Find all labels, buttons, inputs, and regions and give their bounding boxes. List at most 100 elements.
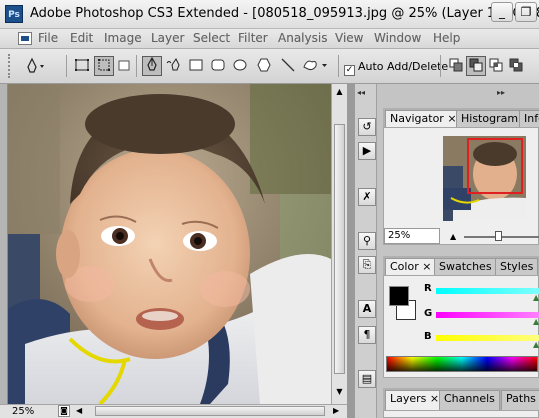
tab-color[interactable]: Color × — [385, 258, 437, 275]
layer-comps-icon[interactable]: ▤ — [358, 370, 376, 388]
zoom-out-icon[interactable]: ▲ — [450, 232, 456, 241]
tab-styles[interactable]: Styles — [495, 258, 539, 275]
document-menu-icon[interactable] — [18, 32, 32, 45]
auto-add-delete-checkbox[interactable]: ✓ Auto Add/Delete — [344, 60, 448, 76]
menu-window[interactable]: Window — [374, 31, 421, 45]
color-panel-tabs: Color × Swatches Styles — [383, 256, 539, 275]
panels-collapse-icon[interactable]: ▸▸ — [497, 88, 505, 97]
document-canvas[interactable] — [0, 84, 331, 404]
tab-histogram[interactable]: Histogram — [456, 110, 524, 127]
pen-tool-preset-icon[interactable] — [22, 56, 48, 76]
custom-shape-icon[interactable] — [300, 56, 330, 76]
panel-dock-divider[interactable] — [347, 84, 355, 418]
slider-thumb-icon[interactable]: ▲ — [533, 293, 539, 302]
photo-image — [0, 84, 331, 404]
menu-view[interactable]: View — [335, 31, 363, 45]
add-to-path-area-icon[interactable] — [446, 56, 466, 76]
scroll-right-icon[interactable]: ▶ — [333, 405, 343, 417]
window-title: Adobe Photoshop CS3 Extended - [080518_0… — [30, 6, 539, 21]
close-tab-icon[interactable]: × — [430, 392, 439, 405]
separator — [440, 55, 441, 77]
status-menu-icon[interactable]: ◙ — [58, 405, 70, 417]
pen-tool-icon[interactable] — [142, 56, 162, 76]
color-panel: R ▲ G ▲ B ▲ — [383, 275, 539, 378]
green-channel-slider[interactable] — [436, 312, 539, 318]
menu-analysis[interactable]: Analysis — [278, 31, 327, 45]
tab-layers-label: Layers — [390, 392, 427, 405]
shape-layers-icon[interactable] — [72, 56, 92, 76]
separator — [66, 55, 67, 77]
menu-image[interactable]: Image — [104, 31, 142, 45]
separator — [338, 55, 339, 77]
character-panel-icon[interactable]: A — [358, 300, 376, 318]
tab-color-label: Color — [390, 260, 419, 273]
red-channel-label: R — [424, 283, 432, 294]
photoshop-app-icon[interactable]: Ps — [5, 5, 23, 23]
scroll-up-icon[interactable]: ▲ — [334, 86, 345, 97]
rectangle-tool-icon[interactable] — [186, 56, 206, 76]
menu-layer[interactable]: Layer — [151, 31, 184, 45]
navigator-view-frame[interactable] — [467, 138, 523, 194]
title-bar: Ps Adobe Photoshop CS3 Extended - [08051… — [0, 0, 539, 29]
close-tab-icon[interactable]: × — [422, 260, 431, 273]
tab-channels[interactable]: Channels — [439, 390, 500, 410]
tab-layers[interactable]: Layers × — [385, 390, 445, 410]
spectrum-shade — [387, 357, 537, 371]
line-tool-icon[interactable] — [278, 56, 298, 76]
navigator-panel-tabs: Navigator × Histogram Info — [383, 108, 539, 127]
intersect-path-area-icon[interactable] — [486, 56, 506, 76]
zoom-slider-thumb[interactable] — [495, 231, 502, 241]
options-bar: ✓ Auto Add/Delete — [0, 49, 539, 84]
foreground-color-swatch[interactable] — [389, 286, 409, 306]
exclude-overlap-icon[interactable] — [506, 56, 526, 76]
ellipse-tool-icon[interactable] — [230, 56, 250, 76]
fill-pixels-icon[interactable] — [114, 56, 134, 76]
options-bar-grip[interactable] — [8, 54, 12, 78]
freeform-pen-icon[interactable] — [164, 56, 184, 76]
navigator-zoom-field[interactable]: 25% — [384, 228, 440, 244]
blue-channel-label: B — [424, 331, 432, 342]
slider-thumb-icon[interactable]: ▲ — [533, 317, 539, 326]
tab-paths[interactable]: Paths — [501, 390, 539, 410]
menu-edit[interactable]: Edit — [70, 31, 93, 45]
red-channel-slider[interactable] — [436, 288, 539, 294]
menu-file[interactable]: File — [38, 31, 58, 45]
layers-panel — [383, 410, 539, 418]
color-spectrum-bar[interactable] — [386, 356, 538, 372]
polygon-tool-icon[interactable] — [254, 56, 274, 76]
navigator-thumbnail[interactable] — [443, 136, 526, 221]
separator — [136, 55, 137, 77]
subtract-path-area-icon[interactable] — [466, 56, 486, 76]
menu-select[interactable]: Select — [193, 31, 230, 45]
slider-thumb-icon[interactable]: ▲ — [533, 340, 539, 349]
zoom-level-status[interactable]: 25% — [12, 406, 34, 417]
vertical-scroll-thumb[interactable] — [334, 124, 345, 374]
tool-presets-icon[interactable]: ✗ — [358, 188, 376, 206]
actions-panel-icon[interactable]: ▶ — [358, 142, 376, 160]
minimize-button[interactable]: _ — [491, 2, 513, 22]
checkbox-check-icon[interactable]: ✓ — [344, 65, 355, 76]
horizontal-scroll-thumb[interactable] — [95, 406, 325, 416]
menu-filter[interactable]: Filter — [238, 31, 268, 45]
rounded-rectangle-icon[interactable] — [208, 56, 228, 76]
tab-navigator-label: Navigator — [390, 112, 444, 125]
vertical-scrollbar[interactable]: ▲ ▼ — [331, 84, 347, 404]
blue-channel-slider[interactable] — [436, 335, 539, 341]
brushes-panel-icon[interactable]: ⚲ — [358, 232, 376, 250]
restore-button[interactable]: ❐ — [515, 2, 537, 22]
menu-help[interactable]: Help — [433, 31, 460, 45]
tab-swatches[interactable]: Swatches — [434, 258, 497, 275]
collapse-arrows-icon[interactable]: ◂◂ — [357, 88, 365, 97]
clone-source-icon[interactable]: ⎘ — [358, 256, 376, 274]
tab-info[interactable]: Info — [519, 110, 539, 127]
paragraph-panel-icon[interactable]: ¶ — [358, 326, 376, 344]
auto-add-delete-label: Auto Add/Delete — [358, 60, 449, 73]
tab-navigator[interactable]: Navigator × — [385, 110, 462, 127]
paths-mode-icon[interactable] — [94, 56, 114, 76]
scroll-left-icon[interactable]: ◀ — [76, 405, 86, 417]
scroll-down-icon[interactable]: ▼ — [334, 386, 345, 397]
horizontal-scrollbar[interactable]: 25% ◙ ◀ ▶ — [0, 404, 347, 418]
green-channel-label: G — [424, 308, 433, 319]
photoshop-window: Ps Adobe Photoshop CS3 Extended - [08051… — [0, 0, 539, 418]
history-panel-icon[interactable]: ↺ — [358, 118, 376, 136]
